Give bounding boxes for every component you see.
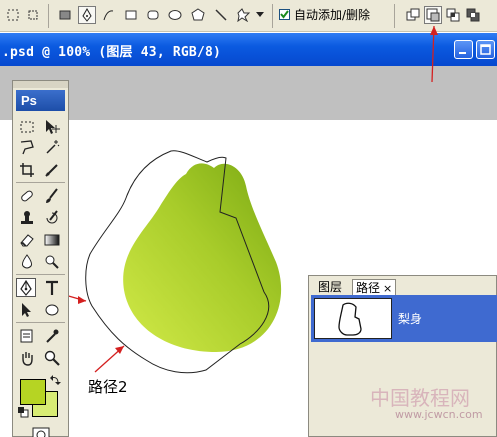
tab-paths-label: 路径 bbox=[356, 281, 381, 295]
tab-paths[interactable]: 路径 × bbox=[352, 279, 397, 295]
lasso-tool-icon[interactable] bbox=[17, 137, 37, 156]
default-colors-icon[interactable] bbox=[17, 406, 29, 418]
notes-tool-icon[interactable] bbox=[17, 326, 37, 345]
clone-stamp-icon[interactable] bbox=[17, 208, 37, 227]
quick-mask-icon[interactable] bbox=[32, 427, 50, 437]
type-tool-icon[interactable] bbox=[42, 278, 62, 297]
crop-tool-icon[interactable] bbox=[17, 160, 37, 179]
path-list-item[interactable]: 梨身 bbox=[311, 295, 497, 342]
gradient-tool-icon[interactable] bbox=[42, 230, 62, 249]
watermark-title: 中国教程网 bbox=[370, 386, 470, 410]
toolbox-panel: Ps bbox=[12, 80, 69, 437]
pen-tool-icon[interactable] bbox=[16, 278, 36, 297]
close-icon[interactable]: × bbox=[383, 282, 392, 295]
slice-tool-icon[interactable] bbox=[42, 160, 62, 179]
healing-brush-icon[interactable] bbox=[17, 186, 37, 205]
rectangular-marquee-icon[interactable] bbox=[17, 117, 37, 136]
watermark-url: www.jcwcn.com bbox=[395, 408, 483, 421]
zoom-tool-icon[interactable] bbox=[42, 348, 62, 367]
brush-tool-icon[interactable] bbox=[42, 186, 62, 205]
history-brush-icon[interactable] bbox=[42, 208, 62, 227]
path-annotation-label: 路径2 bbox=[88, 378, 128, 396]
dodge-tool-icon[interactable] bbox=[42, 252, 62, 271]
swap-colors-icon[interactable] bbox=[49, 374, 61, 386]
ellipse-tool-icon[interactable] bbox=[42, 300, 62, 319]
path-name: 梨身 bbox=[398, 312, 423, 326]
blur-tool-icon[interactable] bbox=[17, 252, 37, 271]
eyedropper-tool-icon[interactable] bbox=[42, 326, 62, 345]
magic-wand-icon[interactable] bbox=[42, 137, 62, 156]
path-selection-icon[interactable] bbox=[17, 300, 37, 319]
eraser-tool-icon[interactable] bbox=[17, 230, 37, 249]
pear-shape bbox=[123, 163, 282, 352]
move-tool-icon[interactable] bbox=[42, 117, 62, 136]
path-thumbnail bbox=[314, 298, 392, 339]
toolbox-grip[interactable] bbox=[13, 81, 68, 88]
tab-layers[interactable]: 图层 bbox=[315, 279, 345, 295]
hand-tool-icon[interactable] bbox=[17, 348, 37, 367]
foreground-color-swatch[interactable] bbox=[20, 379, 46, 405]
photoshop-logo[interactable]: Ps bbox=[16, 90, 65, 111]
